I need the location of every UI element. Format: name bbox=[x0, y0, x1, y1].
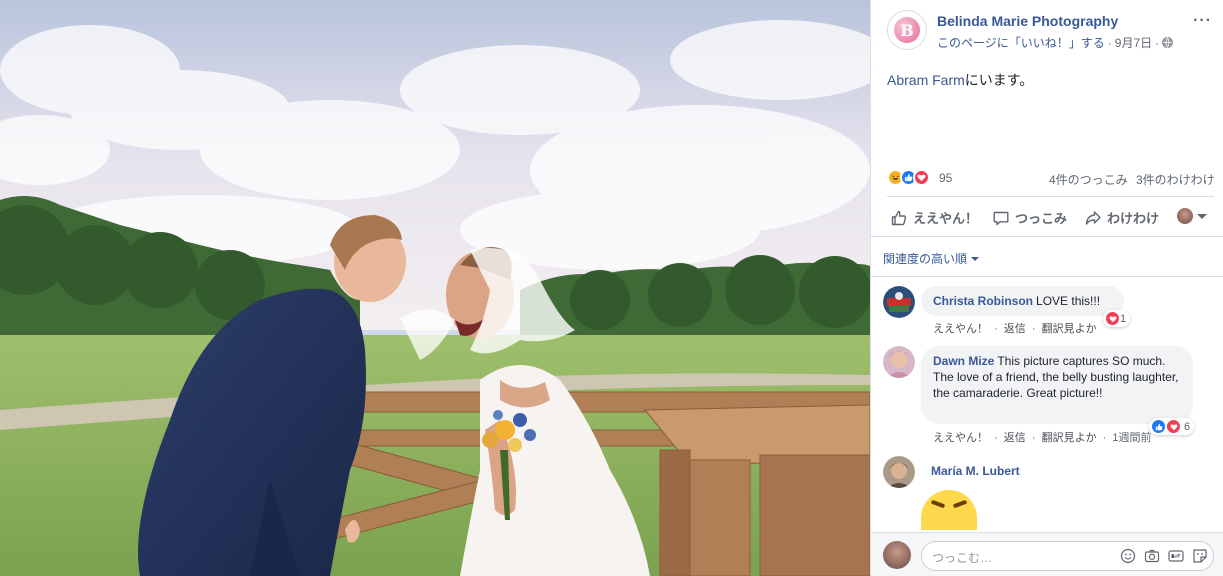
comment-text: LOVE this!!! bbox=[1036, 294, 1101, 308]
commenter-avatar[interactable] bbox=[883, 286, 915, 318]
actions-divider bbox=[871, 236, 1223, 237]
dot-separator: · bbox=[994, 432, 998, 444]
post-stats: 95 4件のつっこみ 3件のわけわけ bbox=[887, 168, 1215, 188]
chevron-down-icon bbox=[1197, 213, 1207, 219]
checkin-place-link[interactable]: Abram Farm bbox=[887, 72, 965, 88]
share-arrow-icon bbox=[1085, 210, 1101, 226]
chevron-down-icon bbox=[971, 256, 980, 261]
comment-actions: ええやん！ · 返信 · 翻訳見よか bbox=[933, 320, 1100, 336]
comment-reactions[interactable]: 1 bbox=[1103, 310, 1131, 327]
comment-author-link[interactable]: María M. Lubert bbox=[931, 464, 1020, 478]
commenter-avatar[interactable] bbox=[883, 346, 915, 378]
comment-button[interactable]: つっこみ bbox=[993, 208, 1067, 227]
laughing-sticker bbox=[921, 490, 977, 530]
dot-separator: · bbox=[1102, 432, 1107, 444]
love-reaction-icon bbox=[913, 169, 930, 186]
sticker-icon[interactable] bbox=[1192, 548, 1208, 564]
post-side-panel: B Belinda Marie Photography このページに「いいね！」… bbox=[870, 0, 1223, 576]
reactions-count[interactable]: 95 bbox=[939, 171, 952, 185]
comment-reaction-count: 1 bbox=[1120, 312, 1127, 325]
share-button-label: わけわけ bbox=[1107, 211, 1160, 226]
post-photo[interactable] bbox=[0, 0, 870, 576]
emoji-icon[interactable] bbox=[1120, 548, 1136, 564]
comment-translate-link[interactable]: 翻訳見よか bbox=[1042, 432, 1097, 444]
shares-count[interactable]: 3件のわけわけ bbox=[1136, 171, 1215, 188]
sort-divider bbox=[871, 276, 1223, 277]
comment-reply-link[interactable]: 返信 bbox=[1004, 323, 1026, 335]
user-avatar bbox=[1177, 208, 1193, 224]
reaction-icons[interactable] bbox=[887, 169, 930, 186]
comment-sort-dropdown[interactable]: 関連度の高い順 bbox=[883, 250, 980, 267]
post-options-button[interactable]: ··· bbox=[1193, 12, 1212, 30]
comment-timestamp[interactable]: 1週間前 bbox=[1112, 432, 1151, 444]
dot-separator: · bbox=[1031, 323, 1036, 335]
comment-item: María M. Lubert bbox=[883, 456, 1213, 490]
page-logo: B bbox=[894, 17, 920, 43]
comments-count[interactable]: 4件のつっこみ bbox=[1049, 171, 1128, 188]
post-header: B Belinda Marie Photography このページに「いいね！」… bbox=[887, 10, 1212, 54]
react-as-selector[interactable] bbox=[1177, 208, 1207, 224]
comment-reactions[interactable]: 6 bbox=[1149, 418, 1195, 435]
thumbs-up-icon bbox=[891, 210, 907, 226]
composer-tools bbox=[1120, 548, 1208, 564]
page-name-link[interactable]: Belinda Marie Photography bbox=[937, 13, 1118, 29]
dot-separator: · bbox=[994, 323, 998, 335]
comment-button-label: つっこみ bbox=[1015, 211, 1068, 226]
stats-divider bbox=[887, 196, 1214, 197]
sort-label: 関連度の高い順 bbox=[883, 252, 968, 266]
comment-bubble: Dawn Mize This picture captures SO much. … bbox=[921, 346, 1193, 424]
page-avatar[interactable]: B bbox=[887, 10, 927, 50]
comment-author-link[interactable]: Dawn Mize bbox=[933, 354, 994, 368]
post-date[interactable]: 9月7日 bbox=[1115, 34, 1152, 51]
checkin-text: Abram Farmにいます。 bbox=[887, 70, 1033, 90]
comment-bubble: Christa Robinson LOVE this!!! bbox=[921, 286, 1124, 316]
love-reaction-icon bbox=[1105, 311, 1120, 326]
comment-author-link[interactable]: Christa Robinson bbox=[933, 294, 1033, 308]
comment-item: Dawn Mize This picture captures SO much. … bbox=[883, 346, 1213, 448]
comment-item: Christa Robinson LOVE this!!! 1 ええやん！ · 返… bbox=[883, 286, 1213, 338]
sticker-eye bbox=[952, 499, 968, 509]
meta-separator: · bbox=[1107, 35, 1112, 50]
comment-like-link[interactable]: ええやん！ bbox=[933, 432, 988, 444]
love-reaction-icon bbox=[1166, 419, 1181, 434]
public-globe-icon[interactable] bbox=[1162, 37, 1174, 48]
like-page-link[interactable]: このページに「いいね！」する bbox=[937, 34, 1105, 51]
meta-separator-2: · bbox=[1155, 35, 1160, 50]
share-button[interactable]: わけわけ bbox=[1085, 208, 1159, 227]
comment-like-link[interactable]: ええやん！ bbox=[933, 323, 988, 335]
post-meta: このページに「いいね！」する · 9月7日 · bbox=[937, 34, 1174, 51]
commenter-avatar[interactable] bbox=[883, 456, 915, 488]
like-button[interactable]: ええやん！ bbox=[891, 208, 978, 227]
comment-reply-link[interactable]: 返信 bbox=[1004, 432, 1026, 444]
wedding-photo-image bbox=[0, 0, 870, 576]
comment-reaction-count: 6 bbox=[1184, 420, 1191, 433]
gif-icon[interactable] bbox=[1168, 548, 1184, 564]
camera-icon[interactable] bbox=[1144, 548, 1160, 564]
comment-translate-link[interactable]: 翻訳見よか bbox=[1042, 323, 1097, 335]
checkin-suffix: にいます。 bbox=[964, 72, 1034, 88]
comment-composer: つっこむ… bbox=[871, 532, 1223, 576]
like-button-label: ええやん！ bbox=[913, 211, 979, 226]
comment-actions: ええやん！ · 返信 · 翻訳見よか · 1週間前 bbox=[933, 429, 1155, 445]
comment-bubble-icon bbox=[993, 210, 1009, 226]
sticker-eye bbox=[930, 499, 946, 509]
current-user-avatar bbox=[883, 541, 911, 569]
dot-separator: · bbox=[1031, 432, 1036, 444]
post-actions: ええやん！ つっこみ わけわけ bbox=[887, 204, 1214, 230]
